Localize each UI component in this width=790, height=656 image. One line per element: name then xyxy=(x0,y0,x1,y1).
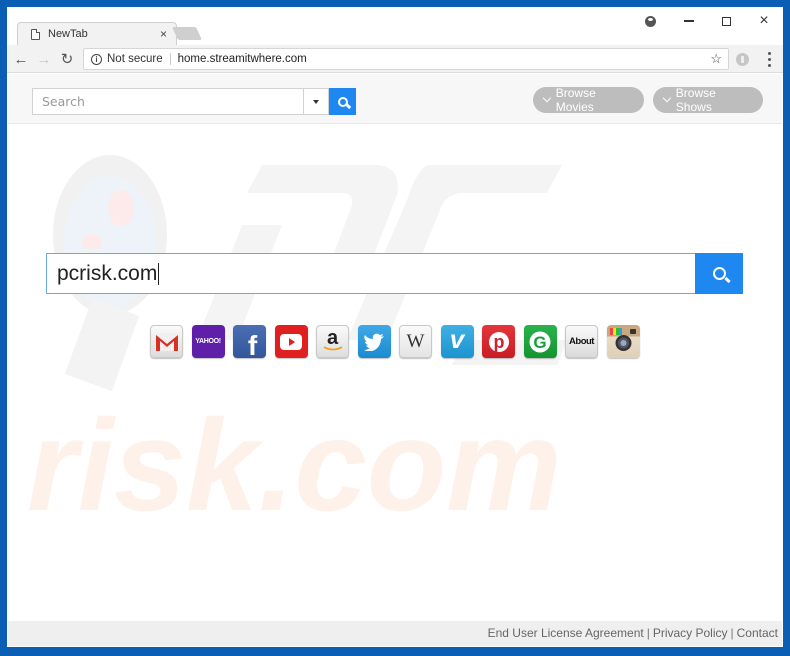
quick-link-wikipedia[interactable]: W xyxy=(399,325,432,358)
wikipedia-icon: W xyxy=(406,330,425,352)
address-bar[interactable]: i Not secure home.streamitwhere.com ☆ xyxy=(83,48,729,70)
minimize-button[interactable] xyxy=(674,10,704,32)
profile-icon xyxy=(644,15,656,27)
quick-link-youtube[interactable] xyxy=(274,325,308,358)
pcrisk-watermark: risk.com xyxy=(27,155,567,538)
search-icon xyxy=(337,96,348,107)
footer-link-privacy[interactable]: Privacy Policy xyxy=(653,626,728,640)
bookmark-star-icon[interactable]: ☆ xyxy=(710,51,722,67)
close-window-button[interactable]: × xyxy=(749,10,779,32)
maximize-button[interactable] xyxy=(711,10,741,32)
caret-down-icon xyxy=(313,99,319,104)
tab-newtab[interactable]: NewTab × xyxy=(17,22,177,46)
browse-movies-label: Browse Movies xyxy=(555,86,596,114)
footer-separator: | xyxy=(646,626,650,640)
text-cursor xyxy=(158,263,160,286)
document-icon xyxy=(31,28,40,40)
svg-text:G: G xyxy=(533,333,546,352)
twitter-icon xyxy=(364,333,384,351)
quick-link-grammarly[interactable]: G xyxy=(523,325,557,358)
maximize-icon xyxy=(721,16,731,26)
page-header: Search Browse Movies Browse Shows xyxy=(8,74,782,124)
browser-menu-icon[interactable] xyxy=(767,52,771,67)
chevron-down-icon xyxy=(662,93,672,103)
page-footer: End User License Agreement | Privacy Polic… xyxy=(8,621,782,646)
main-search-input[interactable]: pcrisk.com xyxy=(46,253,696,294)
close-icon: × xyxy=(759,12,769,29)
search-engine-dropdown[interactable] xyxy=(303,88,329,115)
search-icon xyxy=(712,267,726,280)
tab-close-icon[interactable]: × xyxy=(160,27,167,41)
extension-icon[interactable] xyxy=(736,53,749,66)
header-search-button[interactable] xyxy=(329,88,356,115)
browser-window: NewTab × × ← → ↻ i Not secure home.strea… xyxy=(7,7,783,647)
grammarly-icon: G xyxy=(529,331,551,352)
main-search-button[interactable] xyxy=(695,253,743,294)
info-icon[interactable]: i xyxy=(91,53,102,65)
quick-link-yahoo[interactable]: YAHOO! xyxy=(191,325,225,358)
quick-link-instagram[interactable] xyxy=(606,325,640,358)
minimize-icon xyxy=(684,20,694,22)
security-status[interactable]: Not secure xyxy=(107,53,171,65)
header-search-input[interactable]: Search xyxy=(32,88,304,115)
gmail-icon xyxy=(154,332,179,351)
amazon-smile-icon xyxy=(323,346,343,351)
quick-link-facebook[interactable]: f xyxy=(233,325,266,358)
url-text[interactable]: home.streamitwhere.com xyxy=(171,53,711,65)
reload-button[interactable]: ↻ xyxy=(58,49,76,69)
reload-icon: ↻ xyxy=(60,51,74,68)
svg-text:p: p xyxy=(493,332,504,352)
footer-link-eula[interactable]: End User License Agreement xyxy=(488,626,644,640)
chevron-down-icon xyxy=(542,93,552,103)
arrow-left-icon: ← xyxy=(13,50,29,68)
instagram-icon xyxy=(609,328,636,351)
yahoo-icon: YAHOO! xyxy=(195,338,221,345)
browse-shows-label: Browse Shows xyxy=(675,86,716,114)
tab-title: NewTab xyxy=(48,28,88,40)
footer-separator: | xyxy=(730,626,734,640)
watermark-text: risk.com xyxy=(27,392,562,538)
arrow-right-icon: → xyxy=(36,50,52,68)
forward-button[interactable]: → xyxy=(35,49,53,69)
title-bar: NewTab × × xyxy=(7,7,783,46)
main-search-value: pcrisk.com xyxy=(57,262,158,285)
facebook-icon: f xyxy=(247,329,258,359)
quick-link-vimeo[interactable]: v xyxy=(440,325,474,358)
footer-link-contact[interactable]: Contact xyxy=(737,626,778,640)
quick-link-about[interactable]: About xyxy=(565,325,598,358)
browser-toolbar: ← → ↻ i Not secure home.streamitwhere.co… xyxy=(7,45,783,73)
new-tab-button[interactable] xyxy=(171,27,203,40)
browse-shows-button[interactable]: Browse Shows xyxy=(653,86,763,114)
youtube-icon xyxy=(280,333,302,350)
quick-link-gmail[interactable] xyxy=(150,325,183,358)
back-button[interactable]: ← xyxy=(12,49,30,69)
quick-link-twitter[interactable] xyxy=(357,325,391,358)
quick-link-pinterest[interactable]: p xyxy=(482,325,515,358)
about-icon: About xyxy=(569,336,594,347)
vimeo-icon: v xyxy=(449,325,465,354)
profile-button[interactable] xyxy=(635,10,665,32)
pinterest-icon: p xyxy=(488,331,509,352)
quick-link-amazon[interactable]: a xyxy=(316,325,349,358)
browse-movies-button[interactable]: Browse Movies xyxy=(533,86,644,114)
quick-links: YAHOO! f a W v p G About xyxy=(150,325,640,358)
